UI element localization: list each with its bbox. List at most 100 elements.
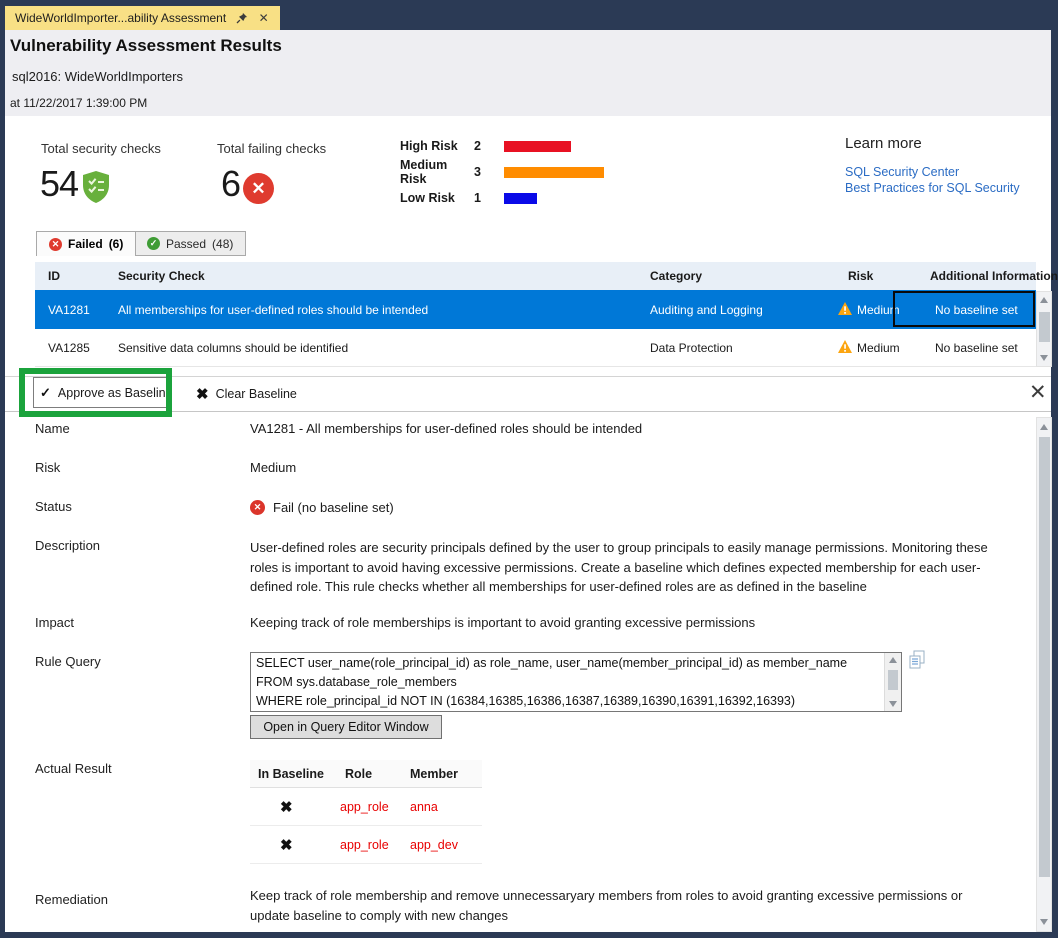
result-role: app_role <box>340 788 389 825</box>
total-checks-label: Total security checks <box>41 141 161 156</box>
name-value: VA1281 - All memberships for user-define… <box>250 421 642 436</box>
cell-additional-info: No baseline set <box>935 290 1018 329</box>
learn-more-title: Learn more <box>845 135 922 152</box>
legend-row-medium: Medium Risk 3 <box>400 165 604 179</box>
scroll-down-icon[interactable] <box>1040 355 1048 361</box>
rule-query-textbox[interactable]: SELECT user_name(role_principal_id) as r… <box>250 652 902 712</box>
x-icon: ✖ <box>196 385 209 403</box>
cell-id: VA1285 <box>48 329 90 366</box>
link-best-practices[interactable]: Best Practices for SQL Security <box>845 181 1020 195</box>
warning-triangle-icon <box>838 302 852 318</box>
passed-tab-label: Passed <box>166 237 206 251</box>
col-risk[interactable]: Risk <box>848 262 873 290</box>
medium-risk-count: 3 <box>474 165 504 179</box>
cell-check: Sensitive data columns should be identif… <box>118 329 348 366</box>
clear-baseline-button[interactable]: ✖ Clear Baseline <box>196 385 297 403</box>
tab-passed[interactable]: ✓ Passed (48) <box>134 231 246 256</box>
scan-timestamp: at 11/22/2017 1:39:00 PM <box>10 96 147 110</box>
annotation-green-box <box>19 368 172 417</box>
risk-text: Medium <box>857 341 900 355</box>
rule-query-label: Rule Query <box>35 654 101 669</box>
failed-tab-count: (6) <box>109 237 124 251</box>
page-title: Vulnerability Assessment Results <box>10 36 282 56</box>
failed-tab-icon: ✕ <box>49 238 62 251</box>
scroll-down-icon[interactable] <box>1040 919 1048 925</box>
high-risk-label: High Risk <box>400 139 474 153</box>
details-scrollbar[interactable] <box>1036 417 1052 932</box>
vulnerability-assessment-window: WideWorldImporter...ability Assessment ✕… <box>0 0 1058 938</box>
grid-scrollbar-thumb[interactable] <box>1039 312 1050 342</box>
status-label: Status <box>35 499 72 514</box>
status-value: Fail (no baseline set) <box>273 500 394 515</box>
col-additional-info[interactable]: Additional Information <box>930 262 1058 290</box>
total-checks-value: 54 <box>40 163 78 205</box>
table-row-va1285[interactable]: VA1285 Sensitive data columns should be … <box>35 329 1036 367</box>
col-member: Member <box>410 760 458 787</box>
server-database: sql2016: WideWorldImporters <box>12 69 183 84</box>
rule-query-text[interactable]: SELECT user_name(role_principal_id) as r… <box>256 654 881 711</box>
fail-x-icon: ✕ <box>243 173 274 204</box>
scroll-up-icon[interactable] <box>889 657 897 663</box>
impact-value: Keeping track of role memberships is imp… <box>250 615 755 630</box>
cell-id: VA1281 <box>48 290 90 329</box>
high-risk-bar <box>504 141 571 152</box>
result-table-header: In Baseline Role Member <box>250 760 482 788</box>
document-tab[interactable]: WideWorldImporter...ability Assessment ✕ <box>5 6 280 30</box>
impact-label: Impact <box>35 615 74 630</box>
low-risk-label: Low Risk <box>400 191 474 205</box>
col-in-baseline: In Baseline <box>258 760 324 787</box>
warning-triangle-icon <box>838 340 852 356</box>
scroll-up-icon[interactable] <box>1040 297 1048 303</box>
col-category[interactable]: Category <box>650 262 702 290</box>
col-id[interactable]: ID <box>48 262 60 290</box>
not-in-baseline-icon: ✖ <box>280 826 293 863</box>
grid-scrollbar[interactable] <box>1036 291 1052 367</box>
failed-tab-label: Failed <box>68 237 103 251</box>
close-details-icon[interactable]: ✕ <box>1029 380 1047 405</box>
risk-value: Medium <box>250 460 296 475</box>
passed-tab-icon: ✓ <box>147 237 160 250</box>
result-member: anna <box>410 788 438 825</box>
cell-risk: Medium <box>838 329 900 366</box>
actual-result-label: Actual Result <box>35 761 112 776</box>
table-row-va1281[interactable]: VA1281 All memberships for user-defined … <box>35 290 1036 329</box>
tab-failed[interactable]: ✕ Failed (6) <box>36 231 136 256</box>
open-in-query-editor-button[interactable]: Open in Query Editor Window <box>250 715 442 739</box>
medium-risk-label: Medium Risk <box>400 158 474 186</box>
fail-status-icon: ✕ <box>250 500 265 515</box>
legend-row-low: Low Risk 1 <box>400 191 537 205</box>
medium-risk-bar <box>504 167 604 178</box>
description-label: Description <box>35 538 100 553</box>
cell-category: Auditing and Logging <box>650 290 763 329</box>
cell-category: Data Protection <box>650 329 733 366</box>
name-label: Name <box>35 421 70 436</box>
remediation-label: Remediation <box>35 892 108 907</box>
result-row-anna[interactable]: ✖ app_role anna <box>250 788 482 826</box>
cell-risk: Medium <box>838 290 900 329</box>
cell-check: All memberships for user-defined roles s… <box>118 290 428 329</box>
failing-checks-label: Total failing checks <box>217 141 326 156</box>
shield-check-icon <box>81 170 111 209</box>
tab-close-icon[interactable]: ✕ <box>257 12 270 25</box>
pin-icon[interactable] <box>235 12 248 25</box>
result-member: app_dev <box>410 826 458 863</box>
query-scrollbar[interactable] <box>884 653 901 711</box>
not-in-baseline-icon: ✖ <box>280 788 293 825</box>
low-risk-count: 1 <box>474 191 504 205</box>
scroll-up-icon[interactable] <box>1040 424 1048 430</box>
details-scrollbar-thumb[interactable] <box>1039 437 1050 877</box>
link-sql-security-center[interactable]: SQL Security Center <box>845 165 959 179</box>
result-role: app_role <box>340 826 389 863</box>
passed-tab-count: (48) <box>212 237 233 251</box>
description-value: User-defined roles are security principa… <box>250 538 1016 597</box>
copy-icon[interactable] <box>908 650 927 675</box>
col-security-check[interactable]: Security Check <box>118 262 205 290</box>
col-role: Role <box>345 760 372 787</box>
grid-header[interactable]: ID Security Check Category Risk Addition… <box>35 262 1036 290</box>
query-scrollbar-thumb[interactable] <box>888 670 898 690</box>
cell-additional-info: No baseline set <box>935 329 1018 366</box>
high-risk-count: 2 <box>474 139 504 153</box>
scroll-down-icon[interactable] <box>889 701 897 707</box>
clear-label: Clear Baseline <box>216 387 297 401</box>
result-row-app-dev[interactable]: ✖ app_role app_dev <box>250 826 482 864</box>
